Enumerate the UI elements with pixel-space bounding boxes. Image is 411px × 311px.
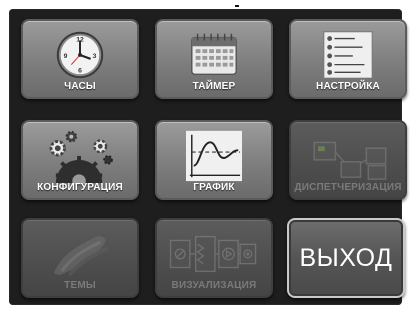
calendar-icon [191,33,237,76]
line-graph-icon [185,130,243,182]
settings-button[interactable]: НАСТРОЙКА [289,19,407,99]
themes-button[interactable]: ТЕМЫ [21,218,139,298]
tile-label-configuration: КОНФИГУРАЦИЯ [37,182,123,193]
paint-brush-icon [53,236,109,277]
title-mark [235,5,239,7]
tile-label-graph: ГРАФИК [193,182,235,193]
clock-icon: 12 3 6 9 [56,31,104,79]
svg-text:6: 6 [78,67,82,74]
tile-label-timer: ТАЙМЕР [192,81,236,92]
tile-label-settings: НАСТРОЙКА [316,81,380,92]
gears-icon [49,130,113,184]
exit-button[interactable]: ВЫХОД [287,218,405,298]
configuration-button[interactable]: КОНФИГУРАЦИЯ [21,120,139,200]
clock-button[interactable]: 12 3 6 9 ЧАСЫ [21,19,139,99]
svg-text:9: 9 [64,53,68,60]
tile-label-themes: ТЕМЫ [64,280,96,291]
graph-button[interactable]: ГРАФИК [155,120,273,200]
visualization-button[interactable]: ВИЗУАЛИЗАЦИЯ [155,218,273,298]
settings-checklist-icon [323,31,373,79]
dispatching-button[interactable]: ДИСПЕТЧЕРИЗАЦИЯ [289,120,407,200]
tile-label-dispatching: ДИСПЕТЧЕРИЗАЦИЯ [294,182,402,193]
network-boxes-icon [313,141,387,180]
schematic-icon [169,235,257,273]
tile-label-clock: ЧАСЫ [64,81,96,92]
exit-button-label: ВЫХОД [299,243,393,272]
svg-text:3: 3 [93,53,97,60]
tile-label-visualization: ВИЗУАЛИЗАЦИЯ [171,280,257,291]
timer-button[interactable]: ТАЙМЕР [155,19,273,99]
